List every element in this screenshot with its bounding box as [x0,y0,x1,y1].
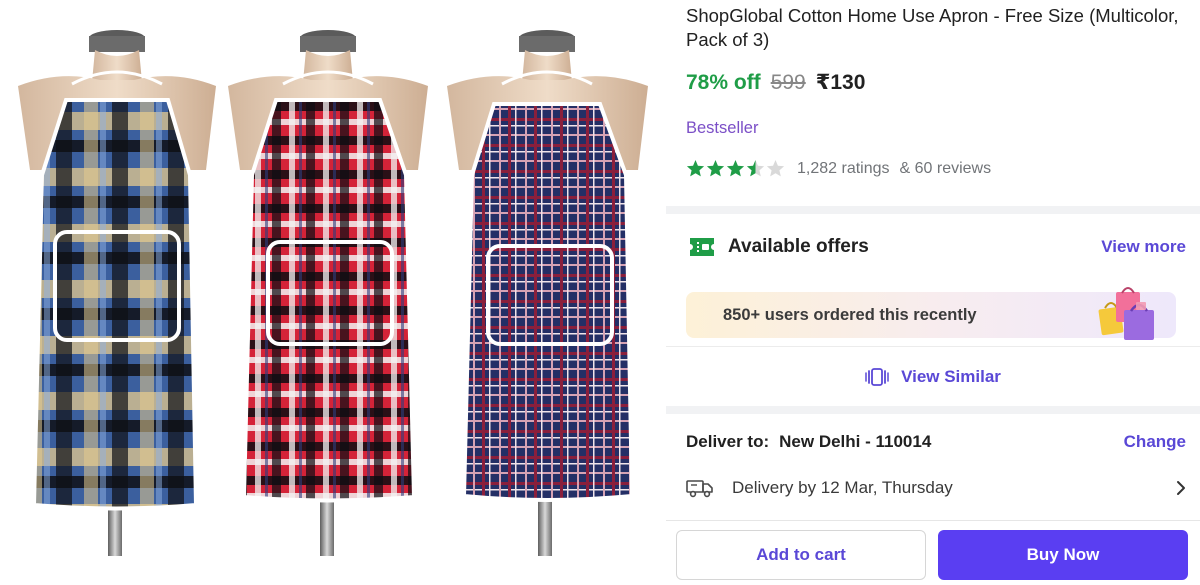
change-address-link[interactable]: Change [1124,432,1186,452]
star-full-icon [726,160,745,177]
product-info-panel: ShopGlobal Cotton Home Use Apron - Free … [666,0,1200,585]
rating-row[interactable]: 1,282 ratings & 60 reviews [686,160,991,178]
star-full-icon [686,160,705,177]
section-divider [666,206,1200,214]
price-row: 78% off 599 ₹130 [686,70,865,95]
similar-cards-icon [865,367,889,386]
add-to-cart-button[interactable]: Add to cart [676,530,926,580]
delivery-location: New Delhi - 110014 [779,432,932,451]
bottom-action-bar: Add to cart Buy Now [666,520,1200,585]
apron-red-black [228,30,428,556]
delivery-date: Delivery by 12 Mar, Thursday [732,478,953,497]
social-proof-text: 850+ users ordered this recently [723,305,977,324]
delivery-estimate-row[interactable]: Delivery by 12 Mar, Thursday [686,474,1186,502]
apron-blue-yellow [18,30,216,556]
chevron-right-icon [1177,481,1185,495]
original-price: 599 [770,71,806,94]
product-title: ShopGlobal Cotton Home Use Apron - Free … [686,5,1179,50]
deliver-to-row: Deliver to: New Delhi - 110014 Change [686,432,1186,452]
selling-price: ₹130 [815,71,866,94]
view-more-offers-link[interactable]: View more [1101,237,1186,257]
ratings-count: 1,282 ratings [797,160,890,177]
social-proof-banner: 850+ users ordered this recently [686,287,1176,340]
star-full-icon [706,160,725,177]
available-offers-header: Available offers View more [688,236,1186,258]
truck-icon [686,480,713,498]
deliver-to-label: Deliver to: [686,432,770,451]
ticket-icon [690,238,714,256]
star-empty-icon [766,160,785,177]
star-half-icon [746,160,765,177]
bestseller-badge: Bestseller [686,119,759,137]
reviews-count: & 60 reviews [899,160,992,177]
product-image[interactable] [0,0,666,585]
available-offers-title: Available offers [728,236,869,257]
discount-percent: 78% off [686,71,761,94]
shopping-bags-icon [1098,287,1154,340]
star-rating [686,160,785,178]
view-similar-label: View Similar [901,366,1001,386]
section-divider [666,406,1200,414]
view-similar-button[interactable]: View Similar [666,346,1200,406]
apron-navy-pink [447,30,648,556]
buy-now-button[interactable]: Buy Now [938,530,1188,580]
